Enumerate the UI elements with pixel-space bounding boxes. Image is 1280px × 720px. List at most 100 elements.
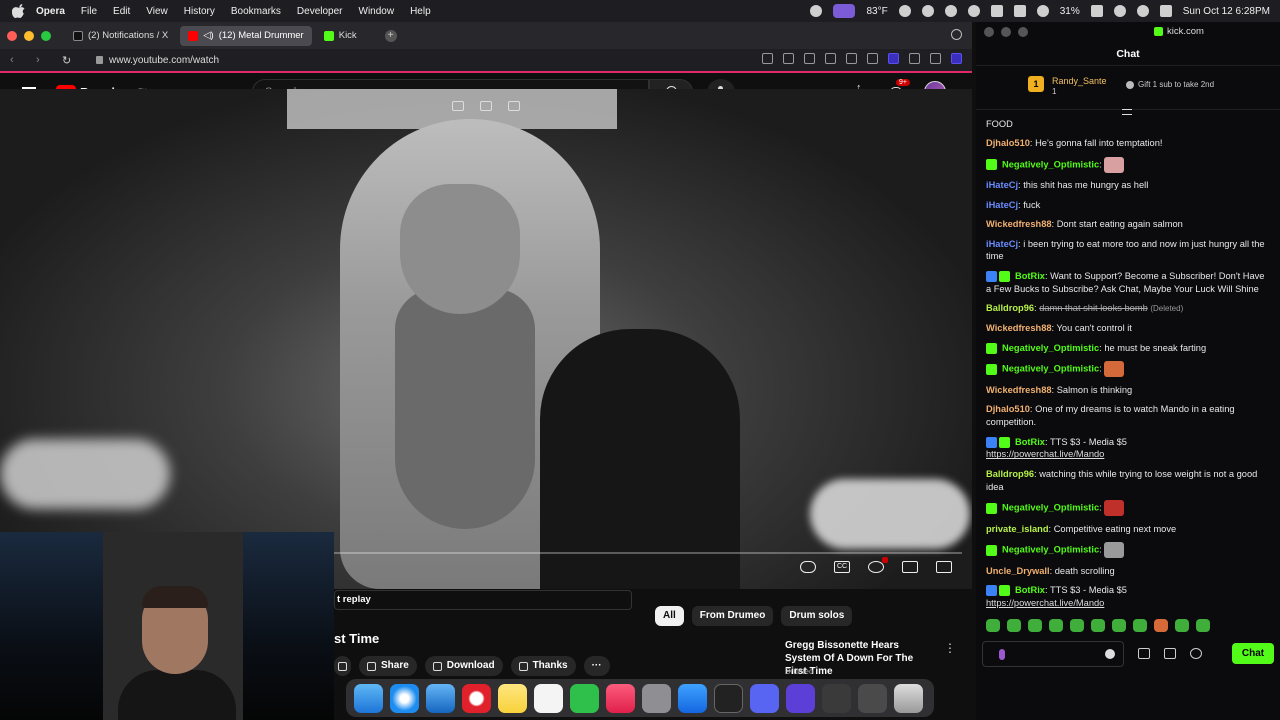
emote-icon[interactable] bbox=[1049, 619, 1063, 632]
chat-emote-icon[interactable] bbox=[1104, 156, 1125, 173]
chat-username[interactable]: Negatively_Optimistic bbox=[1002, 545, 1099, 555]
download-button[interactable]: Download bbox=[424, 656, 503, 676]
new-tab-button[interactable]: + bbox=[384, 29, 397, 42]
chat-username[interactable]: Wickedfresh88 bbox=[986, 323, 1052, 333]
send-icon[interactable] bbox=[825, 53, 836, 64]
chat-username[interactable]: Negatively_Optimistic bbox=[1002, 364, 1099, 374]
whatsapp-icon[interactable] bbox=[570, 683, 599, 713]
progress-bar[interactable] bbox=[334, 552, 962, 554]
share-button[interactable]: Share bbox=[359, 656, 417, 676]
spotlight-icon[interactable] bbox=[1113, 5, 1126, 17]
chat-username[interactable]: Wickedfresh88 bbox=[986, 385, 1052, 395]
discord-icon[interactable] bbox=[750, 683, 779, 713]
clip-button[interactable] bbox=[334, 656, 351, 676]
apple-icon[interactable] bbox=[12, 4, 26, 18]
sparkle-icon[interactable] bbox=[480, 101, 492, 111]
camera-icon[interactable] bbox=[783, 53, 794, 64]
url-field[interactable]: www.youtube.com/watch bbox=[96, 55, 219, 66]
activity-monitor-icon[interactable] bbox=[714, 683, 743, 713]
zoom-window-button[interactable] bbox=[41, 30, 51, 41]
chip-all[interactable]: All bbox=[655, 606, 684, 626]
now-playing-icon[interactable] bbox=[921, 5, 934, 17]
emote-icon[interactable] bbox=[1028, 619, 1042, 632]
chat-username[interactable]: iHateCj bbox=[986, 239, 1018, 249]
clock[interactable]: Sun Oct 12 6:28PM bbox=[1183, 6, 1270, 17]
chat-username[interactable]: Djhalo510 bbox=[986, 138, 1030, 148]
cast-icon[interactable] bbox=[508, 101, 520, 111]
safari-icon[interactable] bbox=[390, 683, 419, 713]
send-chat-button[interactable]: Chat bbox=[1232, 643, 1274, 664]
more-actions-button[interactable]: ··· bbox=[583, 656, 610, 676]
trash-icon[interactable] bbox=[894, 683, 923, 713]
weather-temperature[interactable]: 83°F bbox=[866, 6, 887, 17]
tab-search-icon[interactable] bbox=[951, 29, 962, 40]
heart-icon[interactable] bbox=[846, 53, 857, 64]
emote-icon[interactable] bbox=[1007, 619, 1021, 632]
menu-history[interactable]: History bbox=[184, 6, 215, 17]
battery-icon[interactable] bbox=[1090, 5, 1103, 17]
screen-record-icon[interactable] bbox=[833, 4, 856, 18]
chat-username[interactable]: iHateCj bbox=[986, 200, 1018, 210]
bluetooth-icon[interactable] bbox=[944, 5, 957, 17]
mic-icon[interactable] bbox=[999, 649, 1005, 660]
menu-bookmarks[interactable]: Bookmarks bbox=[231, 6, 281, 17]
kick-zoom-button[interactable] bbox=[1018, 27, 1028, 37]
miniplayer-icon[interactable] bbox=[452, 101, 464, 111]
chat-link[interactable]: https://powerchat.live/Mando bbox=[986, 598, 1104, 608]
menu-app-name[interactable]: Opera bbox=[36, 6, 65, 17]
chat-username[interactable]: Negatively_Optimistic bbox=[1002, 159, 1099, 169]
emote-icon[interactable] bbox=[1154, 619, 1168, 632]
chat-emote-icon[interactable] bbox=[1104, 542, 1125, 559]
headphones-icon[interactable] bbox=[898, 5, 911, 17]
chat-username[interactable]: BotRix bbox=[1015, 437, 1045, 447]
more-options-icon[interactable]: ⋮ bbox=[944, 641, 956, 655]
tab-x-notifications[interactable]: (2) Notifications / X bbox=[65, 26, 176, 46]
fullscreen-icon[interactable] bbox=[936, 561, 952, 573]
emote-icon[interactable] bbox=[1112, 619, 1126, 632]
chat-username[interactable]: Balldrop96 bbox=[986, 303, 1034, 313]
reminders-icon[interactable] bbox=[534, 683, 563, 713]
emote-icon[interactable] bbox=[1175, 619, 1189, 632]
chat-username[interactable]: Balldrop96 bbox=[986, 469, 1034, 479]
recommended-channel[interactable]: Drumeo bbox=[785, 667, 813, 676]
forward-icon[interactable]: › bbox=[36, 54, 52, 66]
live-chat-replay-bar[interactable]: t replay bbox=[334, 590, 632, 610]
app-store-icon[interactable] bbox=[678, 683, 707, 713]
captions-icon[interactable]: CC bbox=[834, 561, 850, 573]
tab-youtube[interactable]: ◁) (12) Metal Drummer bbox=[180, 25, 312, 46]
gift-icon[interactable] bbox=[1164, 648, 1176, 659]
chip-from-drumeo[interactable]: From Drumeo bbox=[691, 606, 774, 626]
extension-icon[interactable] bbox=[888, 53, 899, 64]
chat-username[interactable]: Wickedfresh88 bbox=[986, 219, 1052, 229]
display-icon[interactable] bbox=[1013, 5, 1026, 17]
chat-username[interactable]: iHateCj bbox=[986, 180, 1018, 190]
chat-input[interactable] bbox=[982, 641, 1124, 667]
chat-emote-icon[interactable] bbox=[1104, 361, 1125, 378]
chat-username[interactable]: BotRix bbox=[1015, 585, 1045, 595]
chat-username[interactable]: private_island bbox=[986, 524, 1049, 534]
profile-icon[interactable] bbox=[930, 53, 941, 64]
notification-center-icon[interactable] bbox=[1159, 5, 1172, 17]
kick-minimize-button[interactable] bbox=[1001, 27, 1011, 37]
battery-percent[interactable]: 31% bbox=[1060, 6, 1080, 17]
proton-mail-icon[interactable] bbox=[786, 683, 815, 713]
user-icon[interactable] bbox=[1136, 5, 1149, 17]
settings-gear-icon[interactable] bbox=[868, 557, 888, 573]
notes-icon[interactable] bbox=[498, 683, 527, 713]
wifi-icon[interactable] bbox=[1036, 5, 1049, 17]
back-icon[interactable]: ‹ bbox=[10, 54, 26, 66]
chat-emote-icon[interactable] bbox=[1104, 500, 1125, 517]
tab-kick[interactable]: Kick bbox=[316, 26, 365, 46]
emote-icon[interactable] bbox=[1070, 619, 1084, 632]
thanks-button[interactable]: Thanks bbox=[510, 656, 576, 676]
menu-file[interactable]: File bbox=[81, 6, 97, 17]
chat-username[interactable]: BotRix bbox=[1015, 271, 1045, 281]
close-window-button[interactable] bbox=[7, 30, 17, 41]
chat-username[interactable]: Negatively_Optimistic bbox=[1002, 343, 1099, 353]
menu-developer[interactable]: Developer bbox=[297, 6, 343, 17]
mail-icon[interactable] bbox=[426, 683, 455, 713]
emote-icon[interactable] bbox=[1133, 619, 1147, 632]
speaker-icon[interactable]: ◁) bbox=[203, 30, 213, 41]
reload-icon[interactable]: ↻ bbox=[62, 54, 78, 67]
emote-icon[interactable] bbox=[1196, 619, 1210, 632]
